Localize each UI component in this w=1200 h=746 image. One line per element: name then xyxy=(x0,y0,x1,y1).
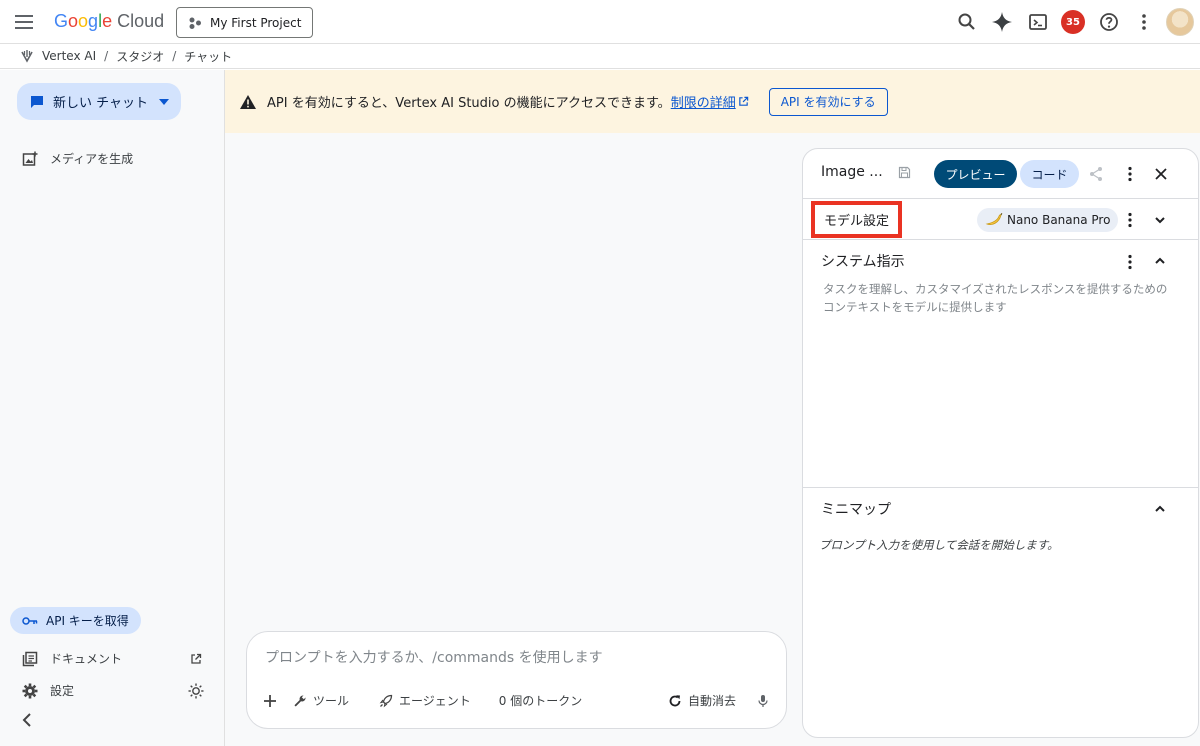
tools-button[interactable]: ツール xyxy=(293,692,349,709)
sidebar: 新しい チャット メディアを生成 API キーを取得 ドキュメント 設定 xyxy=(0,70,225,746)
dropdown-caret-icon[interactable] xyxy=(159,98,169,105)
refresh-icon xyxy=(668,694,682,708)
api-enable-banner: API を有効にすると、Vertex AI Studio の機能にアクセスできま… xyxy=(225,70,1200,133)
banner-message: API を有効にすると、Vertex AI Studio の機能にアクセスできま… xyxy=(267,96,736,111)
divider xyxy=(803,239,1198,240)
external-link-icon xyxy=(190,653,202,665)
breadcrumb-separator: / xyxy=(104,49,109,63)
project-label: My First Project xyxy=(210,15,302,30)
documentation-icon xyxy=(22,651,38,667)
preview-tab-button[interactable]: プレビュー xyxy=(934,160,1017,188)
notification-count-badge[interactable]: 35 xyxy=(1061,10,1085,34)
divider xyxy=(803,487,1198,488)
model-name: Nano Banana Pro xyxy=(1007,213,1111,227)
open-in-new-icon xyxy=(738,96,749,107)
more-vert-icon[interactable] xyxy=(1133,11,1155,33)
model-more-vert-icon[interactable] xyxy=(1127,212,1133,228)
system-more-vert-icon[interactable] xyxy=(1127,254,1133,270)
project-icon xyxy=(188,16,202,30)
minimap-chevron-up-icon[interactable] xyxy=(1154,504,1166,514)
google-cloud-logo[interactable]: Google Cloud xyxy=(54,11,164,32)
sidebar-item-media-generation[interactable]: メディアを生成 xyxy=(22,150,133,167)
sidebar-item-label: メディアを生成 xyxy=(50,152,134,166)
rocket-icon xyxy=(379,694,393,708)
new-chat-label: 新しい チャット xyxy=(53,96,149,111)
breadcrumb-chat[interactable]: チャット xyxy=(184,48,232,65)
breadcrumb-studio[interactable]: スタジオ xyxy=(116,48,164,65)
prompt-composer: プロンプトを入力するか、/commands を使用します ツール エージェント … xyxy=(246,631,787,729)
save-icon[interactable] xyxy=(898,166,911,179)
enable-api-button[interactable]: API を有効にする xyxy=(768,87,888,116)
add-attachment-plus-icon[interactable] xyxy=(263,694,277,708)
gear-icon xyxy=(22,683,38,699)
sidebar-item-label: ドキュメント xyxy=(50,652,123,666)
minimap-title: ミニマップ xyxy=(821,502,891,518)
main-area: API を有効にすると、Vertex AI Studio の機能にアクセスできま… xyxy=(225,70,1200,746)
breadcrumb-separator: / xyxy=(172,49,177,63)
breadcrumb-vertex-ai[interactable]: Vertex AI xyxy=(42,49,96,63)
top-bar: Google Cloud My First Project 35 xyxy=(0,0,1200,44)
vertex-ai-logo-icon xyxy=(20,49,34,63)
settings-panel: Image ... プレビュー コード モデル設定 Nano Banana Pr… xyxy=(802,148,1199,738)
help-icon[interactable] xyxy=(1098,11,1120,33)
collapse-sidebar-chevron-icon[interactable] xyxy=(20,712,34,728)
hamburger-menu-icon[interactable] xyxy=(12,11,36,33)
key-icon xyxy=(22,616,38,626)
model-selector-chip[interactable]: Nano Banana Pro xyxy=(977,208,1119,232)
get-api-key-button[interactable]: API キーを取得 xyxy=(10,607,141,634)
agent-button[interactable]: エージェント xyxy=(379,692,471,709)
sidebar-item-documentation[interactable]: ドキュメント xyxy=(22,650,202,667)
breadcrumb: Vertex AI / スタジオ / チャット xyxy=(0,44,1200,69)
model-settings-label[interactable]: モデル設定 xyxy=(811,201,902,238)
wrench-icon xyxy=(293,694,307,708)
divider xyxy=(803,198,1198,199)
auto-clear-button[interactable]: 自動消去 xyxy=(668,692,736,709)
more-vert-icon[interactable] xyxy=(1127,166,1133,182)
sidebar-item-label: 設定 xyxy=(50,684,75,698)
close-icon[interactable] xyxy=(1154,167,1168,181)
account-avatar[interactable] xyxy=(1166,8,1194,36)
system-instructions-title: システム指示 xyxy=(821,254,905,270)
panel-title[interactable]: Image ... xyxy=(821,164,883,180)
theme-toggle-sun-icon[interactable] xyxy=(188,683,204,699)
code-tab-button[interactable]: コード xyxy=(1020,160,1079,188)
gemini-sparkle-icon[interactable] xyxy=(991,11,1013,33)
chevron-up-icon[interactable] xyxy=(1154,256,1166,266)
sidebar-item-settings[interactable]: 設定 xyxy=(22,682,204,699)
search-icon[interactable] xyxy=(956,11,978,33)
limits-details-link[interactable]: 制限の詳細 xyxy=(671,96,736,111)
api-key-label: API キーを取得 xyxy=(46,614,129,628)
add-image-icon xyxy=(22,151,38,167)
chevron-down-icon[interactable] xyxy=(1154,215,1166,225)
prompt-input[interactable]: プロンプトを入力するか、/commands を使用します xyxy=(265,647,603,667)
microphone-icon[interactable] xyxy=(758,694,768,708)
new-chat-button[interactable]: 新しい チャット xyxy=(17,83,181,120)
minimap-empty-message: プロンプト入力を使用して会話を開始します。 xyxy=(819,538,1059,552)
project-picker-button[interactable]: My First Project xyxy=(176,7,313,38)
token-count: 0 個のトークン xyxy=(498,694,583,708)
warning-icon xyxy=(239,94,257,110)
cloud-shell-terminal-icon[interactable] xyxy=(1027,11,1049,33)
prompt-toolbar: ツール エージェント 0 個のトークン 自動消去 xyxy=(263,692,768,709)
system-instructions-input[interactable]: タスクを理解し、カスタマイズされたレスポンスを提供するためのコンテキストをモデル… xyxy=(823,280,1173,316)
chat-bubble-icon xyxy=(29,94,45,110)
share-icon[interactable] xyxy=(1088,166,1104,182)
banana-icon xyxy=(985,212,1003,228)
